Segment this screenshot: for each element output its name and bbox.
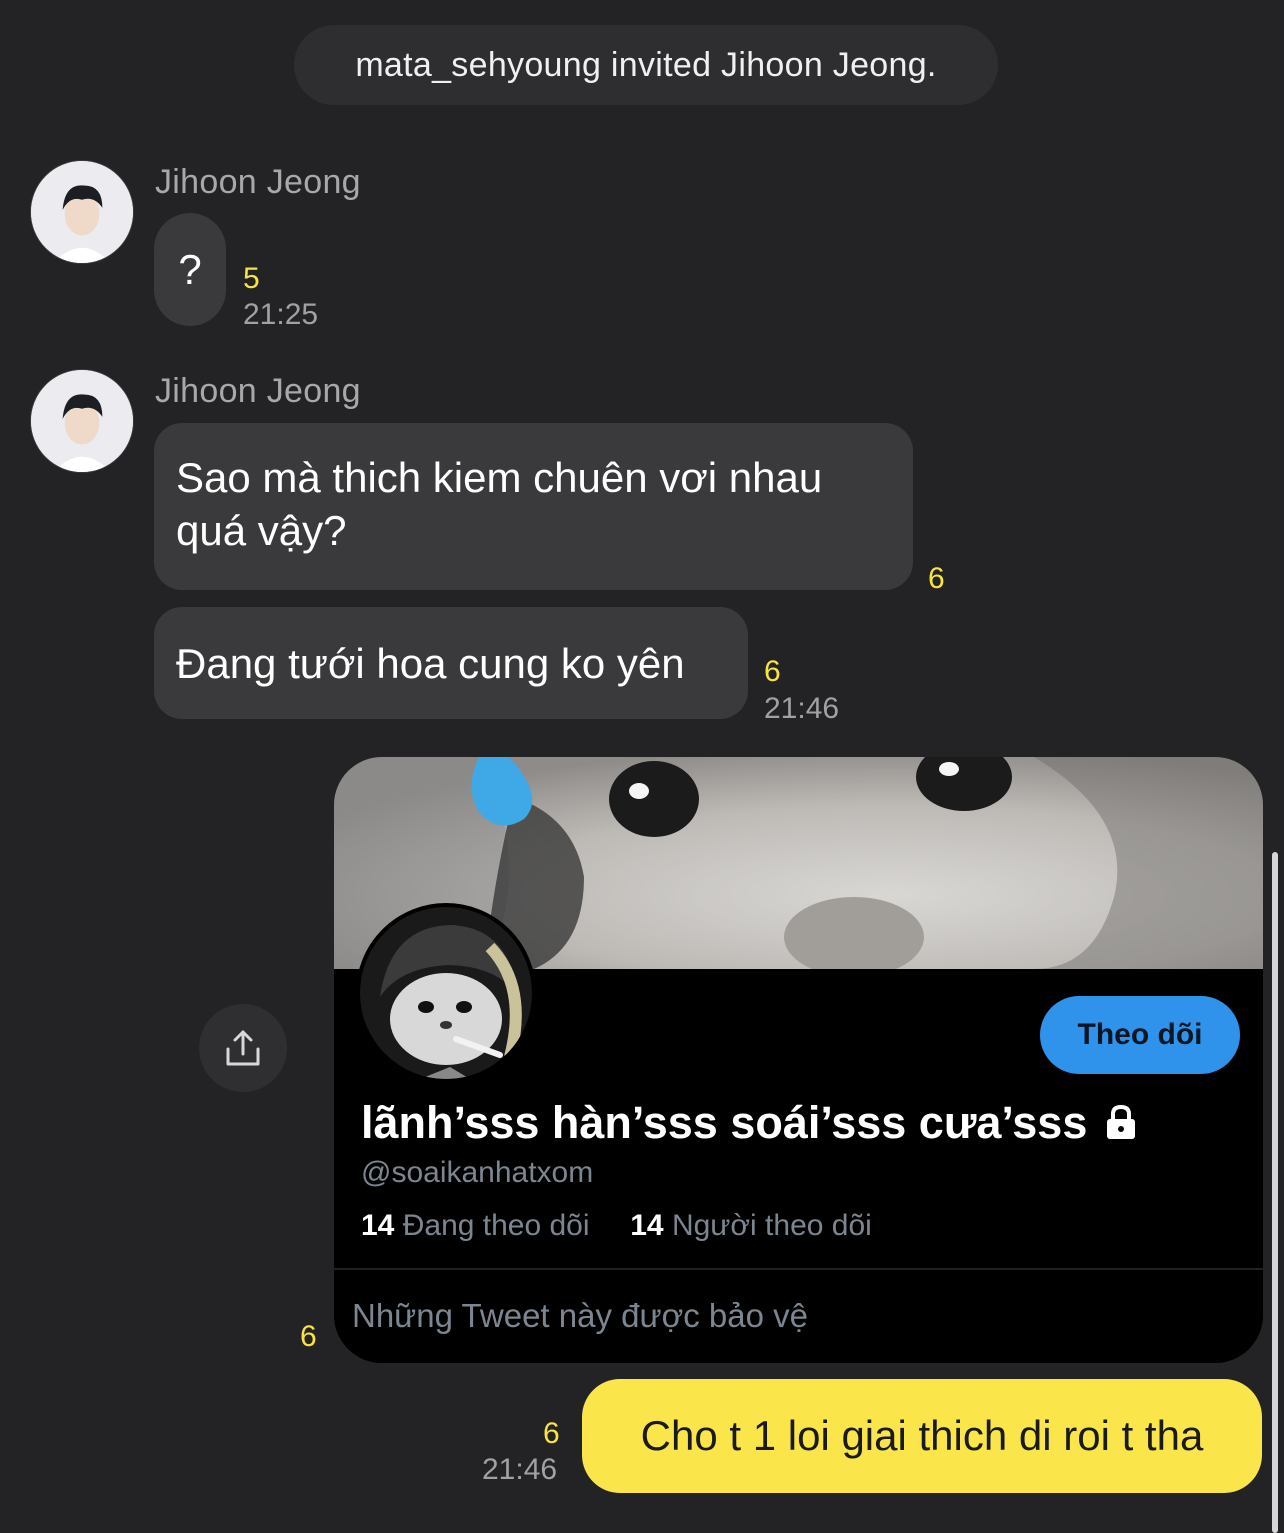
my-message-bubble[interactable]: Cho t 1 loi giai thich di roi t tha (582, 1379, 1262, 1493)
unread-count: 6 (300, 1320, 317, 1353)
profile-avatar[interactable] (356, 903, 536, 1083)
share-button[interactable] (199, 1004, 287, 1092)
display-name-text: lãnh’sss hàn’sss soái’sss cưa’sss (361, 1097, 1088, 1148)
profile-stats: 14 Đang theo dõi 14 Người theo dõi (361, 1209, 872, 1243)
unread-count: 5 (243, 262, 260, 295)
message-bubble[interactable]: Sao mà thich kiem chuên vơi nhau quá vậy… (154, 423, 913, 590)
message-text: Cho t 1 loi giai thich di roi t tha (640, 1412, 1204, 1459)
lock-icon (1106, 1104, 1135, 1139)
protected-tweets-notice: Những Tweet này được bảo vệ (352, 1297, 808, 1334)
sender-avatar[interactable] (30, 369, 134, 473)
message-time: 21:46 (482, 1453, 558, 1486)
message-time: 21:25 (243, 298, 319, 331)
sender-name: Jihoon Jeong (155, 163, 361, 201)
unread-count: 6 (928, 562, 945, 595)
shared-profile-card[interactable]: Theo dõi lãnh’sss hàn’sss soái’sss cưa’s… (334, 757, 1263, 1363)
share-icon (226, 1030, 260, 1066)
system-notice: mata_sehyoung invited Jihoon Jeong. (294, 25, 998, 105)
following-stat[interactable]: 14 Đang theo dõi (361, 1209, 590, 1242)
message-text: ? (178, 246, 202, 293)
unread-count: 6 (764, 655, 781, 688)
message-text: Sao mà thich kiem chuên vơi nhau quá vậy… (176, 454, 823, 554)
followers-stat[interactable]: 14 Người theo dõi (630, 1209, 872, 1242)
profile-display-name: lãnh’sss hàn’sss soái’sss cưa’sss (361, 1097, 1138, 1149)
sender-name: Jihoon Jeong (155, 372, 361, 410)
profile-handle[interactable]: @soaikanhatxom (361, 1156, 593, 1190)
message-bubble[interactable]: ? (154, 213, 226, 326)
follow-button[interactable]: Theo dõi (1040, 996, 1240, 1074)
unread-count: 6 (543, 1417, 560, 1450)
card-divider (334, 1268, 1263, 1270)
message-bubble[interactable]: Đang tưới hoa cung ko yên (154, 607, 748, 719)
sender-avatar[interactable] (30, 160, 134, 264)
scrollbar[interactable] (1272, 852, 1278, 1533)
message-time: 21:46 (764, 692, 840, 725)
message-text: Đang tưới hoa cung ko yên (176, 639, 685, 687)
